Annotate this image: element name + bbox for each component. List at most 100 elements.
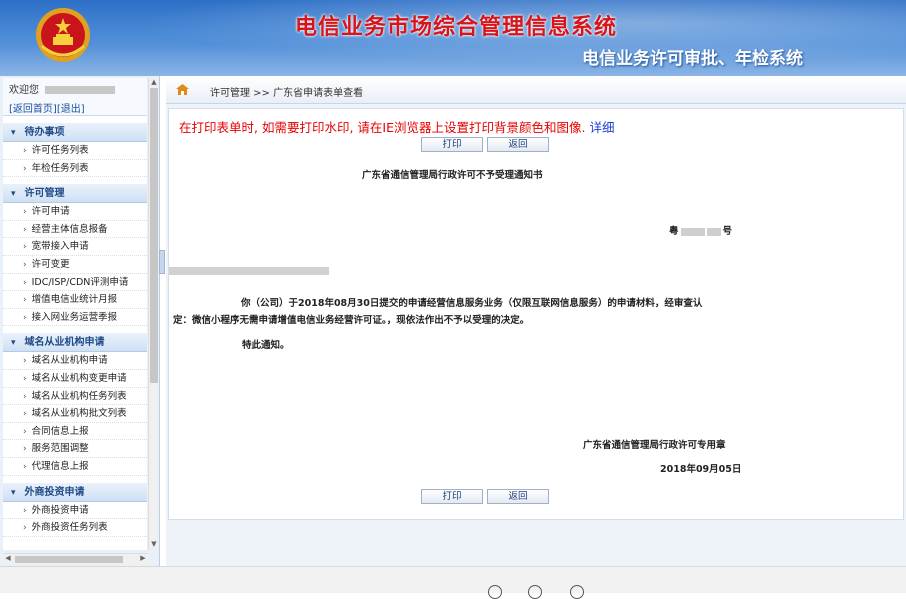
nav-label: 域名从业机构申请 [31,355,108,367]
chevron-right-icon: › [23,461,27,472]
nav-idc-evaluation[interactable]: › IDC/ISP/CDN评测申请 [3,274,147,292]
welcome-label: 欢迎您 [9,85,39,96]
nav-label: 代理信息上报 [31,460,89,472]
chevron-right-icon: › [23,426,27,437]
home-link[interactable]: [返回首页] [9,104,57,115]
nav-domain-task-list[interactable]: › 域名从业机构任务列表 [3,388,147,406]
chevron-right-icon: › [23,523,27,534]
nav-broadband-apply[interactable]: › 宽带接入申请 [3,238,147,256]
chevron-right-icon: › [23,277,27,288]
nav-domain-apply[interactable]: › 域名从业机构申请 [3,352,147,370]
logout-link[interactable]: [退出] [57,104,85,115]
section-domain-agency[interactable]: ▾ 域名从业机构申请 [3,332,147,353]
sidebar-collapse-handle[interactable] [159,250,165,274]
print-button-bottom[interactable]: 打印 [421,489,483,504]
chevron-right-icon: › [23,242,27,253]
nav-label: 许可变更 [31,258,70,270]
nav-foreign-apply[interactable]: › 外商投资申请 [3,502,147,520]
chevron-right-icon: › [23,259,27,270]
bottom-bar [0,566,906,599]
body-line-1: 你（公司）于2018年08月30日提交的申请经营信息服务业务（仅限互联网信息服务… [173,295,753,312]
body-line-1-text: 你（公司）于2018年08月30日提交的申请经营信息服务业务（仅限互联网信息服务… [241,298,703,309]
nav-label: 域名从业机构任务列表 [31,390,127,402]
status-circle-icon[interactable] [528,585,542,599]
chevron-right-icon: › [23,146,27,156]
nav-label: IDC/ISP/CDN评测申请 [31,276,129,288]
sidebar-horizontal-scrollbar[interactable]: ◀ ▶ [3,553,148,564]
section-pending-title: 待办事项 [24,127,65,138]
status-circle-icon[interactable] [488,585,502,599]
home-icon[interactable] [176,84,189,95]
nav-service-scope[interactable]: › 服务范围调整 [3,440,147,458]
nav-label: 服务范围调整 [31,443,89,455]
sidebar-menu: 欢迎您 [返回首页][退出] ▾ 待办事项 › 许可任务列表 › 年检任务列表 ▾ … [3,78,147,550]
scroll-down-icon[interactable]: ▼ [149,540,159,550]
section-domain-title: 域名从业机构申请 [24,337,105,349]
print-notice: 在打印表单时, 如需要打印水印, 请在IE浏览器上设置打印背景颜色和图像. 详细 [179,117,614,136]
nav-label: 宽带接入申请 [31,241,89,253]
section-pending[interactable]: ▾ 待办事项 [3,122,147,142]
nav-label: 许可申请 [31,206,70,218]
section-license-title: 许可管理 [24,188,65,200]
section-license-management[interactable]: ▾ 许可管理 [3,183,147,204]
nav-label: 合同信息上报 [31,425,89,437]
nav-domain-change[interactable]: › 域名从业机构变更申请 [3,370,147,388]
nav-label: 外商投资任务列表 [31,522,108,534]
sidebar-vertical-scrollbar[interactable]: ▲ ▼ [148,78,158,550]
national-emblem-icon [36,8,90,62]
nav-license-change[interactable]: › 许可变更 [3,256,147,274]
nav-foreign-task-list[interactable]: › 外商投资任务列表 [3,519,147,537]
username-redacted [45,86,115,94]
document-content: 在打印表单时, 如需要打印水印, 请在IE浏览器上设置打印背景颜色和图像. 详细… [168,108,904,520]
system-title: 电信业务市场综合管理信息系统 [295,15,618,40]
nav-agent-report[interactable]: › 代理信息上报 [3,458,147,476]
nav-label: 域名从业机构批文列表 [31,408,127,420]
nav-domain-approval-list[interactable]: › 域名从业机构批文列表 [3,405,147,423]
status-circle-icon[interactable] [570,585,584,599]
back-button-top[interactable]: 返回 [487,137,549,152]
chevron-down-icon: ▾ [11,189,16,200]
system-subtitle: 电信业务许可审批、年检系统 [582,49,803,69]
chevron-right-icon: › [23,224,27,235]
nav-label: 增值电信业统计月报 [31,294,118,306]
doc-number-suffix: 号 [722,226,733,237]
nav-label: 经营主体信息报备 [31,223,108,235]
chevron-right-icon: › [23,409,27,420]
doc-number-redacted [680,227,705,236]
closing-text: 特此通知。 [242,340,290,351]
doc-number-prefix: 粤 [669,226,679,237]
section-foreign-title: 外商投资申请 [24,486,85,498]
print-button-top[interactable]: 打印 [421,137,483,152]
chevron-right-icon: › [23,207,27,218]
welcome-links: [返回首页][退出] [9,100,141,115]
section-foreign-investment[interactable]: ▾ 外商投资申请 [3,481,147,502]
nav-entity-report[interactable]: › 经营主体信息报备 [3,221,147,239]
nav-license-apply[interactable]: › 许可申请 [3,203,147,221]
detail-link[interactable]: 详细 [589,120,614,135]
nav-annual-task-list[interactable]: › 年检任务列表 [3,160,147,178]
breadcrumb-text: 许可管理 >> 广东省申请表单查看 [210,88,364,99]
print-notice-text: 在打印表单时, 如需要打印水印, 请在IE浏览器上设置打印背景颜色和图像. [179,120,586,135]
scroll-up-icon[interactable]: ▲ [149,78,159,88]
document-body: 你（公司）于2018年08月30日提交的申请经营信息服务业务（仅限互联网信息服务… [173,295,753,329]
recipient-mask [169,267,329,275]
nav-label: 年检任务列表 [31,162,89,174]
nav-quarterly-report[interactable]: › 接入网业务运营季报 [3,309,147,327]
sidebar-hscroll-thumb[interactable] [15,556,123,563]
nav-label: 接入网业务运营季报 [31,311,118,323]
scroll-right-icon[interactable]: ▶ [138,554,148,565]
sidebar-scroll-thumb[interactable] [150,88,158,383]
chevron-right-icon: › [23,391,27,402]
nav-license-task-list[interactable]: › 许可任务列表 [3,142,147,160]
doc-number-redacted-2 [706,227,721,236]
nav-monthly-stats[interactable]: › 增值电信业统计月报 [3,291,147,309]
back-button-bottom[interactable]: 返回 [487,489,549,504]
scroll-left-icon[interactable]: ◀ [3,554,13,565]
welcome-panel: 欢迎您 [返回首页][退出] [3,78,147,116]
nav-contract-report[interactable]: › 合同信息上报 [3,423,147,441]
recipient-redacted [169,266,329,276]
main-panel: 许可管理 >> 广东省申请表单查看 在打印表单时, 如需要打印水印, 请在IE浏… [166,76,906,566]
chevron-right-icon: › [23,373,27,384]
nav-label: 域名从业机构变更申请 [31,372,127,384]
nav-label: 许可任务列表 [31,145,89,156]
